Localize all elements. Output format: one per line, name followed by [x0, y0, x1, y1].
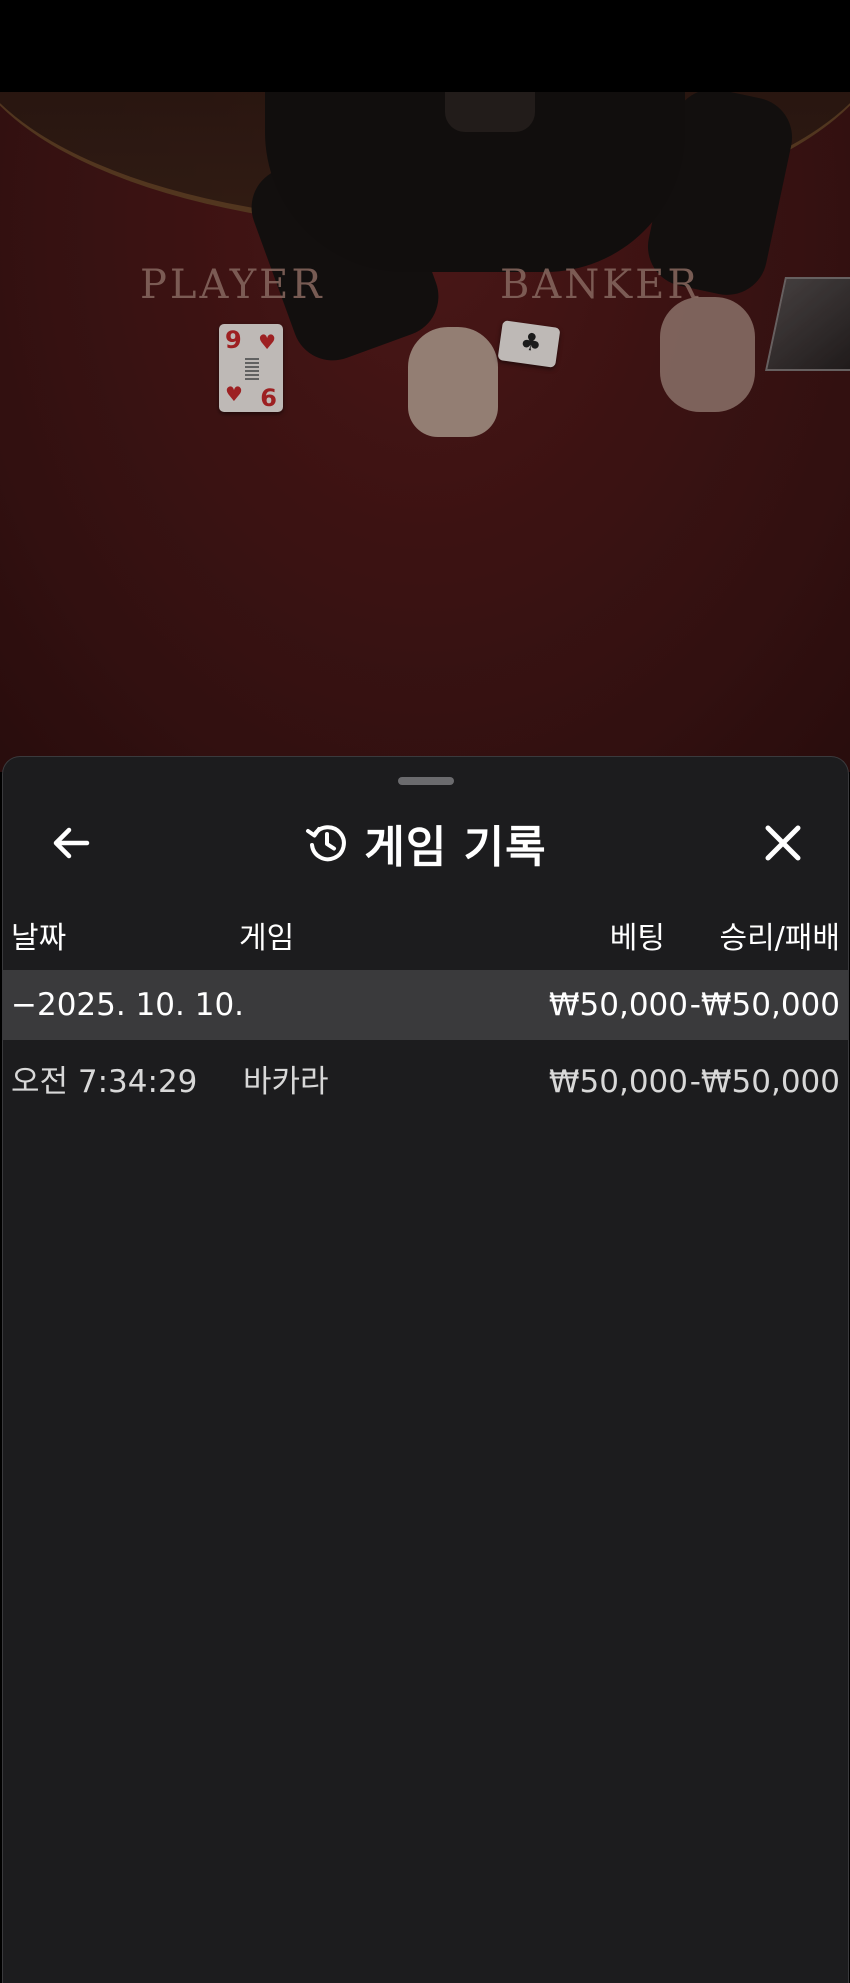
group-result-total: -₩50,000 — [689, 987, 840, 1023]
group-date: −2025. 10. 10. — [11, 987, 245, 1023]
row-time: 오전 7:34:29 — [11, 1064, 198, 1100]
sheet-drag-handle[interactable] — [398, 777, 454, 785]
table-row[interactable]: 오전 7:34:29 바카라 ₩50,000 -₩50,000 — [3, 1047, 848, 1117]
close-icon — [765, 825, 801, 861]
arrow-left-icon — [53, 827, 90, 859]
status-bar — [0, 0, 850, 92]
date-group-row[interactable]: −2025. 10. 10. ₩50,000 -₩50,000 — [3, 970, 848, 1040]
history-table-header: 날짜 게임 베팅 승리/패배 — [3, 909, 848, 969]
header-game[interactable]: 게임 — [239, 909, 294, 969]
close-button[interactable] — [747, 807, 819, 879]
header-bet[interactable]: 베팅 — [610, 909, 665, 969]
app-screen: PLAYER BANKER 9 ♥ ♥ 6 ♣ 게임 기록 날짜 게임 베팅 승… — [0, 0, 850, 1983]
sheet-title: 게임 기록 — [364, 822, 547, 873]
header-date[interactable]: 날짜 — [11, 909, 66, 969]
back-button[interactable] — [35, 807, 107, 879]
header-result[interactable]: 승리/패배 — [719, 909, 840, 969]
sheet-header: 게임 기록 — [3, 805, 848, 881]
video-overlay — [0, 92, 850, 772]
group-bet-total: ₩50,000 — [548, 987, 688, 1023]
row-game: 바카라 — [243, 1064, 329, 1100]
live-video[interactable]: PLAYER BANKER 9 ♥ ♥ 6 ♣ — [0, 92, 850, 772]
game-history-sheet: 게임 기록 날짜 게임 베팅 승리/패배 −2025. 10. 10. ₩50,… — [2, 756, 849, 1983]
history-icon — [304, 820, 350, 866]
row-result: -₩50,000 — [689, 1064, 840, 1100]
row-bet: ₩50,000 — [548, 1064, 688, 1100]
